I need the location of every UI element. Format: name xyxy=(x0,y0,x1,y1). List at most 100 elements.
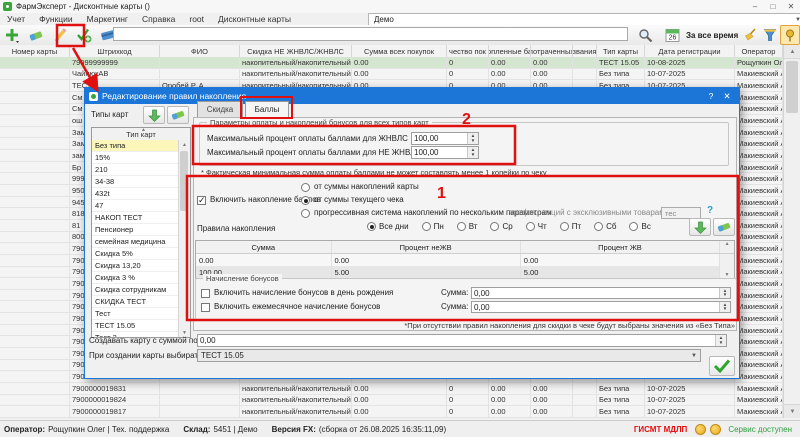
card-type-item[interactable]: Скидка 3 % xyxy=(92,272,179,284)
menu-item-5[interactable]: root xyxy=(182,14,211,24)
search-button[interactable] xyxy=(633,26,657,44)
column-header[interactable]: Номер карты xyxy=(0,45,70,57)
weekday-radio[interactable] xyxy=(457,222,466,231)
weekday-radio[interactable] xyxy=(526,222,535,231)
scroll-thumb[interactable] xyxy=(786,61,798,113)
menu-item-4[interactable]: Справка xyxy=(135,14,182,24)
rules-scrollbar[interactable]: ▲ xyxy=(720,241,734,253)
vertical-scrollbar[interactable]: ▲ ▼ xyxy=(783,45,800,418)
tab-points[interactable]: Баллы xyxy=(245,101,289,118)
spinner-arrows-icon[interactable]: ▲▼ xyxy=(719,302,730,312)
spinner-arrows-icon[interactable]: ▲▼ xyxy=(715,335,726,346)
menu-item-3[interactable]: Маркетинг xyxy=(80,14,135,24)
weekday-option[interactable]: Вс xyxy=(629,222,650,231)
dialog-help-button[interactable]: ? xyxy=(703,91,719,102)
clear-period-button[interactable] xyxy=(742,26,758,44)
card-type-item[interactable]: 34-38 xyxy=(92,176,179,188)
spinner-arrows-icon[interactable]: ▲▼ xyxy=(719,288,730,298)
monthly-bonus-checkbox[interactable] xyxy=(201,303,210,312)
card-type-item[interactable]: СКИДКА ТЕСТ xyxy=(92,296,179,308)
rules-table-row[interactable]: 0.000.000.00 xyxy=(196,254,734,266)
card-type-item[interactable]: 47 xyxy=(92,200,179,212)
monthly-sum-spinner[interactable]: 0,00▲▼ xyxy=(471,301,731,313)
radio-card-accumulation[interactable] xyxy=(301,183,310,192)
column-header[interactable]: опленные ба xyxy=(489,45,531,57)
column-header[interactable]: Оператор xyxy=(735,45,783,57)
card-type-item[interactable]: 210 xyxy=(92,164,179,176)
card-type-item[interactable]: 15% xyxy=(92,152,179,164)
card-type-item[interactable]: Скидка сотрудникам xyxy=(92,284,179,296)
max-percent-ne-zhnvls-spinner[interactable]: 100,00▲▼ xyxy=(411,146,479,159)
table-row[interactable]: ЧайнюкАВнакопительный/накопительный0.000… xyxy=(0,69,783,81)
column-header[interactable]: Дата регистрации xyxy=(645,45,735,57)
enable-accrual-checkbox[interactable] xyxy=(197,196,206,205)
weekday-radio[interactable] xyxy=(629,222,638,231)
table-row[interactable]: 7900000019831накопительный/накопительный… xyxy=(0,383,783,395)
weekday-option[interactable]: Пт xyxy=(560,222,581,231)
scroll-down-icon[interactable]: ▼ xyxy=(784,404,800,418)
column-header[interactable]: Тип карты xyxy=(597,45,645,57)
weekday-option[interactable]: Вт xyxy=(457,222,478,231)
spinner-arrows-icon[interactable]: ▲▼ xyxy=(467,147,478,158)
delete-card-button[interactable] xyxy=(24,26,48,44)
card-type-item[interactable]: Скидка 5% xyxy=(92,248,179,260)
weekday-option[interactable]: Ср xyxy=(490,222,512,231)
pin-button[interactable] xyxy=(780,25,800,45)
max-percent-zhnvls-spinner[interactable]: 100,00▲▼ xyxy=(411,132,479,145)
column-header[interactable]: ФИО xyxy=(160,45,240,57)
radio-progressive-system[interactable] xyxy=(301,209,310,218)
maximize-button[interactable]: □ xyxy=(764,1,782,13)
weekday-radio[interactable] xyxy=(490,222,499,231)
column-header[interactable]: потраченных xyxy=(531,45,573,57)
create-sum-spinner[interactable]: 0,00▲▼ xyxy=(197,334,727,347)
add-card-type-button[interactable] xyxy=(143,106,165,124)
rules-scrollbar[interactable] xyxy=(720,254,734,266)
column-header[interactable]: звания xyxy=(573,45,597,57)
menu-item-1[interactable]: Учет xyxy=(0,14,32,24)
table-row[interactable]: 79999999999накопительный/накопительный0.… xyxy=(0,57,783,69)
add-card-button[interactable] xyxy=(0,26,24,44)
edit-accrual-rules-button[interactable] xyxy=(72,26,96,44)
search-input[interactable] xyxy=(113,27,628,41)
card-type-item[interactable]: Тест xyxy=(92,308,179,320)
weekday-radio[interactable] xyxy=(367,222,376,231)
menu-item-6[interactable]: Дисконтные карты xyxy=(211,14,298,24)
column-header[interactable]: Сумма всех покупок xyxy=(352,45,447,57)
table-row[interactable]: 7900000019817накопительный/накопительный… xyxy=(0,406,783,418)
filter-button[interactable] xyxy=(761,26,779,44)
radio-current-receipt[interactable] xyxy=(301,196,310,205)
weekday-option[interactable]: Все дни xyxy=(367,222,409,231)
card-type-item[interactable]: НАКОП ТЕСТ xyxy=(92,212,179,224)
card-type-item[interactable]: Без типа xyxy=(92,140,179,152)
scroll-up-icon[interactable]: ▲ xyxy=(784,45,800,59)
table-row[interactable]: 7900000019824накопительный/накопительный… xyxy=(0,395,783,407)
calendar-button[interactable]: 26 xyxy=(660,26,684,44)
card-types-scrollbar[interactable]: ▲ ▼ xyxy=(178,140,190,337)
card-type-item[interactable]: Скидка 13,20 xyxy=(92,260,179,272)
column-header[interactable]: Скидка НЕ ЖНВЛС/ЖНВЛС xyxy=(240,45,352,57)
card-type-item[interactable]: 432t xyxy=(92,188,179,200)
minimize-button[interactable]: – xyxy=(746,1,764,13)
scroll-up-icon[interactable]: ▲ xyxy=(725,241,730,247)
clear-card-type-button[interactable] xyxy=(167,106,189,124)
tab-discount[interactable]: Скидка xyxy=(197,101,243,118)
confirm-button[interactable] xyxy=(709,356,735,376)
add-rule-button[interactable] xyxy=(689,218,711,236)
birthday-sum-spinner[interactable]: 0,00▲▼ xyxy=(471,287,731,299)
edit-card-button[interactable] xyxy=(48,26,72,44)
weekday-radio[interactable] xyxy=(594,222,603,231)
dialog-close-button[interactable]: ✕ xyxy=(719,91,735,102)
help-icon[interactable]: ? xyxy=(707,205,713,216)
weekday-radio[interactable] xyxy=(422,222,431,231)
weekday-radio[interactable] xyxy=(560,222,569,231)
rules-scrollbar[interactable]: ▼ xyxy=(720,266,734,278)
column-header[interactable]: чество пок xyxy=(447,45,489,57)
close-button[interactable]: ✕ xyxy=(782,1,800,13)
weekday-option[interactable]: Чт xyxy=(526,222,547,231)
column-header[interactable]: Штрихкод xyxy=(70,45,160,57)
spinner-arrows-icon[interactable]: ▲▼ xyxy=(467,133,478,144)
weekday-option[interactable]: Сб xyxy=(594,222,616,231)
card-type-item[interactable]: Пенсионер xyxy=(92,224,179,236)
card-type-item[interactable]: ТЕСТ 15.05 xyxy=(92,320,179,332)
menu-item-2[interactable]: Функции xyxy=(32,14,80,24)
